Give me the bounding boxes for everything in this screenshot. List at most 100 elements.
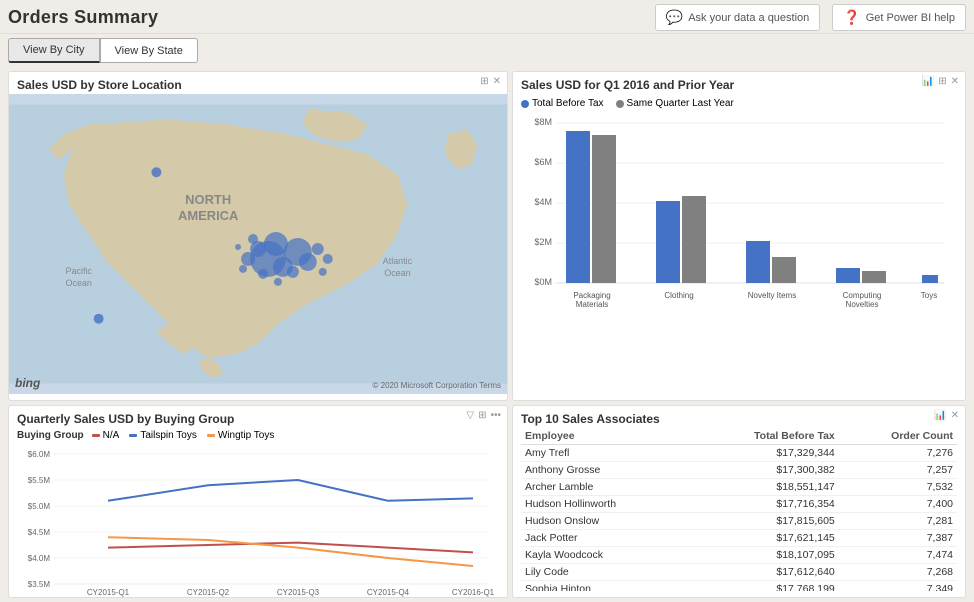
svg-text:Computing: Computing [843,291,882,300]
svg-text:CY2015-Q2: CY2015-Q2 [187,588,230,597]
legend-label-tailspin: Tailspin Toys [140,430,197,441]
legend-wingtip: Wingtip Toys [207,430,275,441]
sales-table: Employee Total Before Tax Order Count Am… [521,428,957,591]
bar-chart-icon[interactable]: 📊 [922,76,934,87]
bar-chart-legend: Total Before Tax Same Quarter Last Year [521,98,957,109]
get-help-button[interactable]: ❓ Get Power BI help [832,4,966,31]
ask-question-button[interactable]: 💬 Ask your data a question [655,4,821,31]
svg-text:Toys: Toys [921,291,937,300]
legend-tailspin: Tailspin Toys [129,430,197,441]
bar-chart-svg: $8M $6M $4M $2M $0M Packaging Materials [521,113,957,313]
cell-employee: Hudson Onslow [521,513,689,530]
svg-text:Ocean: Ocean [384,268,410,278]
table-row: Archer Lamble $18,551,147 7,532 [521,479,957,496]
map-filter-icon[interactable]: ✕ [493,76,501,87]
cell-total: $17,329,344 [689,445,839,462]
cell-employee: Kayla Woodcock [521,547,689,564]
legend-dot-current [521,100,529,108]
legend-dot-tailspin [129,434,137,437]
get-help-label: Get Power BI help [866,12,955,24]
svg-text:Materials: Materials [576,300,608,309]
cell-count: 7,474 [839,547,957,564]
view-city-button[interactable]: View By City [8,38,100,63]
table-row: Sophia Hinton $17,768,199 7,349 [521,581,957,592]
cell-count: 7,257 [839,462,957,479]
svg-text:$2M: $2M [534,237,552,247]
bar-expand-icon[interactable]: ⊞ [938,76,946,87]
line-filter-icon[interactable]: ▽ [466,410,474,421]
table-row: Jack Potter $17,621,145 7,387 [521,530,957,547]
svg-text:Clothing: Clothing [664,291,693,300]
svg-text:$5.5M: $5.5M [28,476,51,485]
cell-total: $17,621,145 [689,530,839,547]
legend-label-prior: Same Quarter Last Year [627,98,734,109]
cell-count: 7,387 [839,530,957,547]
bar-filter-icon[interactable]: ✕ [951,76,959,87]
table-chart-icon[interactable]: 📊 [934,410,946,421]
cell-employee: Sophia Hinton [521,581,689,592]
table-row: Hudson Hollinworth $17,716,354 7,400 [521,496,957,513]
svg-text:$4.5M: $4.5M [28,528,51,537]
legend-label-wingtip: Wingtip Toys [218,430,275,441]
help-icon: ❓ [843,9,860,26]
line-panel-title: Quarterly Sales USD by Buying Group [9,406,507,428]
table-panel: Top 10 Sales Associates 📊 ✕ Employee Tot… [512,405,966,598]
cell-count: 7,281 [839,513,957,530]
line-panel: Quarterly Sales USD by Buying Group ▽ ⊞ … [8,405,508,598]
legend-dot-na [92,434,100,437]
bar-panel-title: Sales USD for Q1 2016 and Prior Year [513,72,965,94]
cell-total: $17,815,605 [689,513,839,530]
bar-panel-controls: 📊 ⊞ ✕ [922,76,959,87]
cell-total: $18,107,095 [689,547,839,564]
cell-employee: Hudson Hollinworth [521,496,689,513]
cell-employee: Lily Code [521,564,689,581]
line-chart-svg: $6.0M $5.5M $5.0M $4.5M $4.0M $3.5M CY20… [17,443,499,598]
chat-icon: 💬 [666,9,683,26]
table-filter-icon[interactable]: ✕ [951,410,959,421]
svg-text:CY2015-Q1: CY2015-Q1 [87,588,130,597]
legend-label-na: N/A [103,430,120,441]
svg-text:CY2015-Q3: CY2015-Q3 [277,588,320,597]
table-row: Kayla Woodcock $18,107,095 7,474 [521,547,957,564]
cell-total: $18,551,147 [689,479,839,496]
table-panel-title: Top 10 Sales Associates [513,406,965,428]
svg-text:Atlantic: Atlantic [383,256,413,266]
bar-chart-area: Total Before Tax Same Quarter Last Year … [513,94,965,394]
svg-text:NORTH: NORTH [185,192,231,207]
header-right: 💬 Ask your data a question ❓ Get Power B… [655,4,966,31]
legend-item-prior: Same Quarter Last Year [616,98,734,109]
col-count: Order Count [839,428,957,445]
col-employee: Employee [521,428,689,445]
map-svg: NORTH AMERICA Pacific Ocean Atlantic Oce… [9,94,507,394]
cell-total: $17,612,640 [689,564,839,581]
line-more-icon[interactable]: ••• [490,410,501,421]
table-container: Employee Total Before Tax Order Count Am… [513,428,965,591]
cell-employee: Jack Potter [521,530,689,547]
bar-panel: Sales USD for Q1 2016 and Prior Year 📊 ⊞… [512,71,966,401]
svg-text:CY2015-Q4: CY2015-Q4 [367,588,410,597]
table-row: Lily Code $17,612,640 7,268 [521,564,957,581]
line-chart-legend: N/A Tailspin Toys Wingtip Toys [92,430,275,441]
map-container: NORTH AMERICA Pacific Ocean Atlantic Oce… [9,94,507,394]
svg-text:$6M: $6M [534,157,552,167]
svg-text:Novelty Items: Novelty Items [748,291,796,300]
legend-item-current: Total Before Tax [521,98,604,109]
svg-text:AMERICA: AMERICA [178,208,238,223]
cell-total: $17,716,354 [689,496,839,513]
svg-text:Pacific: Pacific [66,266,93,276]
table-row: Amy Trefl $17,329,344 7,276 [521,445,957,462]
ask-question-label: Ask your data a question [688,12,809,24]
page-title: Orders Summary [8,7,158,28]
svg-text:Ocean: Ocean [66,278,92,288]
col-total: Total Before Tax [689,428,839,445]
cell-count: 7,532 [839,479,957,496]
svg-text:$8M: $8M [534,117,552,127]
svg-text:$4M: $4M [534,197,552,207]
table-row: Hudson Onslow $17,815,605 7,281 [521,513,957,530]
cell-employee: Amy Trefl [521,445,689,462]
map-expand-icon[interactable]: ⊞ [480,76,488,87]
line-expand-icon[interactable]: ⊞ [478,410,486,421]
view-state-button[interactable]: View By State [100,38,198,63]
svg-text:$6.0M: $6.0M [28,450,51,459]
header: Orders Summary 💬 Ask your data a questio… [0,0,974,34]
